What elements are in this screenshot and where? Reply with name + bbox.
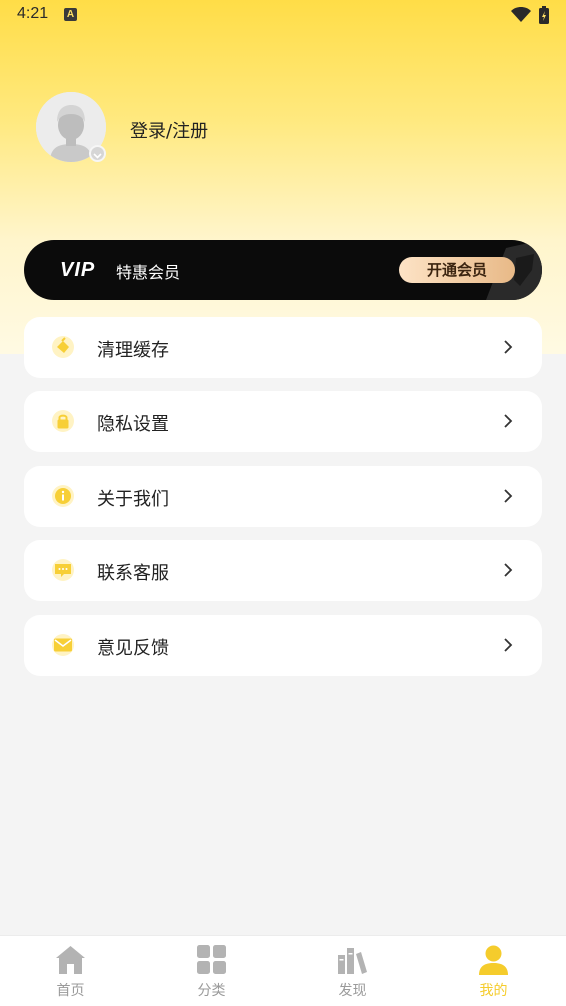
- bottom-tab-bar: 首页 分类 发现 我的: [0, 935, 566, 1006]
- open-vip-button[interactable]: 开通会员: [399, 257, 515, 283]
- menu-item-privacy-settings[interactable]: 隐私设置: [24, 391, 542, 452]
- books-icon: [338, 948, 367, 974]
- tab-label: 分类: [197, 983, 226, 999]
- vip-label: 特惠会员: [116, 263, 181, 282]
- menu-label: 清理缓存: [97, 340, 169, 361]
- tab-home[interactable]: 首页: [0, 936, 141, 1006]
- status-time: 4:21: [17, 5, 49, 22]
- menu-label: 关于我们: [97, 489, 169, 510]
- menu-label: 意见反馈: [97, 638, 169, 659]
- status-bar: 4:21 A: [0, 0, 566, 30]
- menu-item-contact-service[interactable]: 联系客服: [24, 540, 542, 601]
- info-icon: [52, 485, 74, 507]
- vip-banner[interactable]: VIP 特惠会员 开通会员: [24, 240, 542, 300]
- wifi-icon: [511, 7, 531, 22]
- chevron-down-icon: [93, 153, 102, 159]
- battery-icon: [539, 6, 549, 24]
- menu-item-feedback[interactable]: 意见反馈: [24, 615, 542, 676]
- menu-item-clear-cache[interactable]: 清理缓存: [24, 317, 542, 378]
- login-register-link[interactable]: 登录/注册: [130, 117, 208, 143]
- lock-icon: [52, 410, 74, 432]
- menu-item-about-us[interactable]: 关于我们: [24, 466, 542, 527]
- chevron-right-icon: [504, 638, 513, 652]
- notification-a-icon: A: [64, 8, 77, 21]
- header-background: [0, 0, 566, 354]
- menu-label: 联系客服: [97, 563, 169, 584]
- tab-label: 我的: [479, 983, 508, 999]
- broom-icon: [52, 336, 74, 358]
- tab-discover[interactable]: 发现: [282, 936, 423, 1006]
- tab-label: 首页: [56, 983, 85, 999]
- tab-category[interactable]: 分类: [141, 936, 282, 1006]
- grid-icon: [197, 945, 226, 974]
- message-icon: [52, 559, 74, 581]
- tab-mine[interactable]: 我的: [423, 936, 564, 1006]
- chevron-right-icon: [504, 563, 513, 577]
- tab-label: 发现: [338, 983, 367, 999]
- avatar-badge: [89, 145, 106, 162]
- mail-icon: [52, 634, 74, 656]
- menu-label: 隐私设置: [97, 414, 169, 435]
- chevron-right-icon: [504, 414, 513, 428]
- chevron-right-icon: [504, 489, 513, 503]
- chevron-right-icon: [504, 340, 513, 354]
- user-icon: [479, 945, 508, 975]
- vip-logo: VIP: [60, 259, 96, 281]
- home-icon: [56, 946, 85, 974]
